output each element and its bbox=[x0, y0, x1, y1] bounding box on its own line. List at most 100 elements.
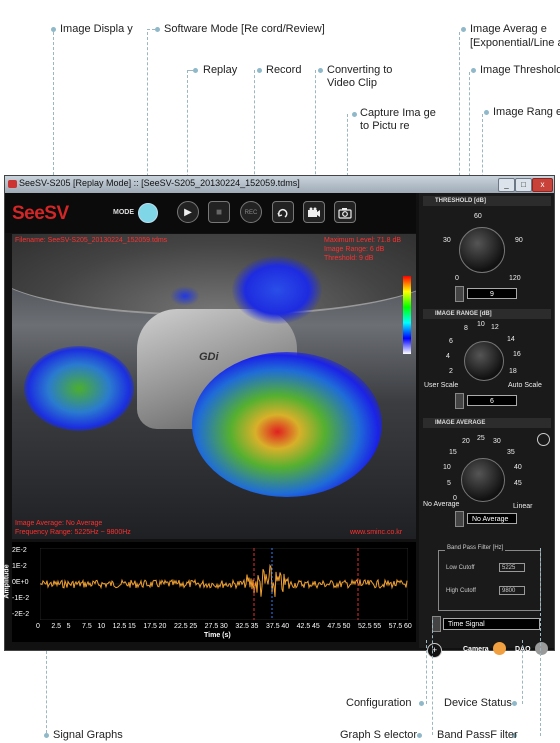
heatmap-blob bbox=[232, 256, 322, 324]
threshold-scale-label: 0 bbox=[455, 275, 459, 282]
average-scale-label: 5 bbox=[447, 480, 451, 487]
average-scale-label: 45 bbox=[514, 480, 522, 487]
threshold-scale-label: 120 bbox=[509, 275, 521, 282]
x-tick-label: 17.5 bbox=[143, 623, 157, 630]
heatmap-blob bbox=[170, 286, 200, 306]
image-range-knob[interactable] bbox=[464, 341, 504, 381]
filename-overlay: Filename: SeeSV-S205_20130224_152059.tdm… bbox=[15, 237, 168, 244]
x-tick-label: 0 bbox=[36, 623, 40, 630]
callout-dot bbox=[318, 68, 323, 73]
image-range-title: IMAGE RANGE [dB] bbox=[423, 309, 551, 319]
callout-line bbox=[187, 70, 193, 71]
threshold-knob[interactable] bbox=[459, 227, 505, 273]
low-cutoff-input[interactable]: 5225 bbox=[499, 563, 525, 572]
callout-image-display: Image Displa y bbox=[60, 23, 133, 35]
callout-capture-line2: to Pictu re bbox=[360, 120, 410, 132]
x-tick-label: 22.5 bbox=[174, 623, 188, 630]
image-average-value[interactable]: No Average bbox=[467, 513, 517, 524]
title-bar[interactable]: SeeSV-S205 [Replay Mode] :: [SeeSV-S205_… bbox=[5, 176, 554, 193]
threshold-scale-label: 90 bbox=[515, 237, 523, 244]
record-button[interactable]: REC bbox=[240, 201, 262, 223]
x-tick-label: 20 bbox=[158, 623, 167, 630]
signal-graph[interactable]: Amplitude 2E-2 1E-2 0E+0 -1E-2 -2E-2 0 2.… bbox=[4, 542, 416, 642]
average-mode-icon[interactable] bbox=[537, 433, 550, 446]
callout-dot bbox=[417, 733, 422, 738]
range-scale-label: 18 bbox=[509, 368, 517, 375]
x-tick-label: 30 bbox=[220, 623, 228, 630]
callout-record: Record bbox=[266, 64, 302, 76]
callout-line bbox=[46, 651, 47, 733]
mode-button[interactable] bbox=[138, 203, 158, 223]
callout-line bbox=[432, 620, 433, 735]
no-average-label: No Average bbox=[423, 501, 460, 508]
video-clip-button[interactable] bbox=[303, 201, 325, 223]
x-tick-label: 15 bbox=[128, 623, 136, 630]
amplitude-axis-title: Amplitude bbox=[3, 564, 11, 599]
callout-dot bbox=[44, 733, 49, 738]
image-average-title: IMAGE AVERAGE bbox=[423, 418, 551, 428]
callout-dot bbox=[471, 68, 476, 73]
image-range-spinner[interactable] bbox=[455, 393, 464, 409]
camera-icon bbox=[338, 208, 352, 219]
threshold-spinner[interactable] bbox=[455, 286, 464, 302]
x-tick-label: 45 bbox=[312, 623, 320, 630]
x-tick-label: 32.5 bbox=[235, 623, 249, 630]
callout-image-range: Image Rang e bbox=[493, 106, 560, 118]
callout-signal-graphs: Signal Graphs bbox=[53, 729, 123, 741]
user-scale-label: User Scale bbox=[424, 382, 459, 389]
x-tick-label: 47.5 bbox=[327, 623, 341, 630]
band-pass-title: Band Pass Filter [Hz] bbox=[445, 545, 506, 551]
x-tick-label: 50 bbox=[342, 623, 351, 630]
x-tick-label: 42.5 bbox=[296, 623, 311, 630]
average-scale-label: 10 bbox=[443, 464, 451, 471]
x-tick-label: 60 bbox=[404, 623, 412, 630]
high-cutoff-input[interactable]: 9800 bbox=[499, 586, 525, 595]
play-icon: ▶ bbox=[184, 207, 192, 218]
low-cutoff-label: Low Cutoff bbox=[446, 565, 475, 571]
y-tick-label: 0E+0 bbox=[12, 579, 29, 586]
graph-selector-spinner[interactable] bbox=[432, 616, 441, 632]
image-display[interactable]: GDi Filename: SeeSV-S205_20130224_152059… bbox=[12, 234, 416, 539]
x-tick-label: 35 bbox=[250, 623, 259, 630]
callout-line bbox=[522, 640, 523, 704]
x-tick-label: 52.5 bbox=[358, 623, 372, 630]
image-range-value[interactable]: 6 bbox=[467, 395, 517, 406]
control-panel: THRESHOLD [dB] 60 30 90 0 120 9 IMAGE RA… bbox=[419, 193, 554, 658]
engine-badge: GDi bbox=[199, 351, 219, 363]
capture-picture-button[interactable] bbox=[334, 201, 356, 223]
replay-button[interactable]: ▶ bbox=[177, 201, 199, 223]
minimize-button[interactable]: _ bbox=[498, 178, 515, 192]
heatmap-blob bbox=[192, 352, 382, 497]
graph-selector[interactable]: Time Signal bbox=[443, 618, 540, 630]
range-scale-label: 8 bbox=[464, 325, 468, 332]
callout-line bbox=[426, 640, 427, 704]
callout-dot bbox=[155, 27, 160, 32]
maximize-button[interactable]: □ bbox=[515, 178, 532, 192]
convert-button[interactable] bbox=[272, 201, 294, 223]
high-cutoff-label: High Cutoff bbox=[446, 588, 476, 594]
image-average-spinner[interactable] bbox=[455, 511, 464, 527]
callout-image-threshold: Image Threshold bbox=[480, 64, 560, 76]
color-scale-bar bbox=[403, 276, 411, 354]
average-scale-label: 25 bbox=[477, 435, 485, 442]
configuration-button[interactable]: + bbox=[427, 643, 442, 658]
image-average-knob[interactable] bbox=[461, 458, 505, 502]
threshold-overlay: Threshold: 9 dB bbox=[324, 255, 374, 262]
x-tick-label: 57.5 bbox=[388, 623, 403, 630]
threshold-value[interactable]: 9 bbox=[467, 288, 517, 299]
max-level-overlay: Maximum Level: 71.8 dB bbox=[324, 237, 402, 244]
stop-button[interactable]: ■ bbox=[208, 201, 230, 223]
band-pass-filter-group: Band Pass Filter [Hz] Low Cutoff 5225 Hi… bbox=[438, 545, 541, 611]
x-tick-label: 5 bbox=[66, 623, 71, 630]
callout-dot bbox=[193, 68, 198, 73]
y-tick-label: 1E-2 bbox=[12, 563, 27, 570]
threshold-scale-label: 30 bbox=[443, 237, 451, 244]
x-tick-label: 10 bbox=[97, 623, 106, 630]
waveform-plot bbox=[40, 548, 408, 620]
callout-device-status: Device Status bbox=[444, 697, 512, 709]
seesv-window: SeeSV-S205 [Replay Mode] :: [SeeSV-S205_… bbox=[4, 175, 555, 658]
linear-label: Linear bbox=[513, 503, 533, 510]
daq-status-indicator bbox=[535, 642, 548, 655]
close-button[interactable]: x bbox=[532, 178, 553, 192]
callout-band-pass-filter: Band PassF ilter bbox=[437, 729, 518, 741]
